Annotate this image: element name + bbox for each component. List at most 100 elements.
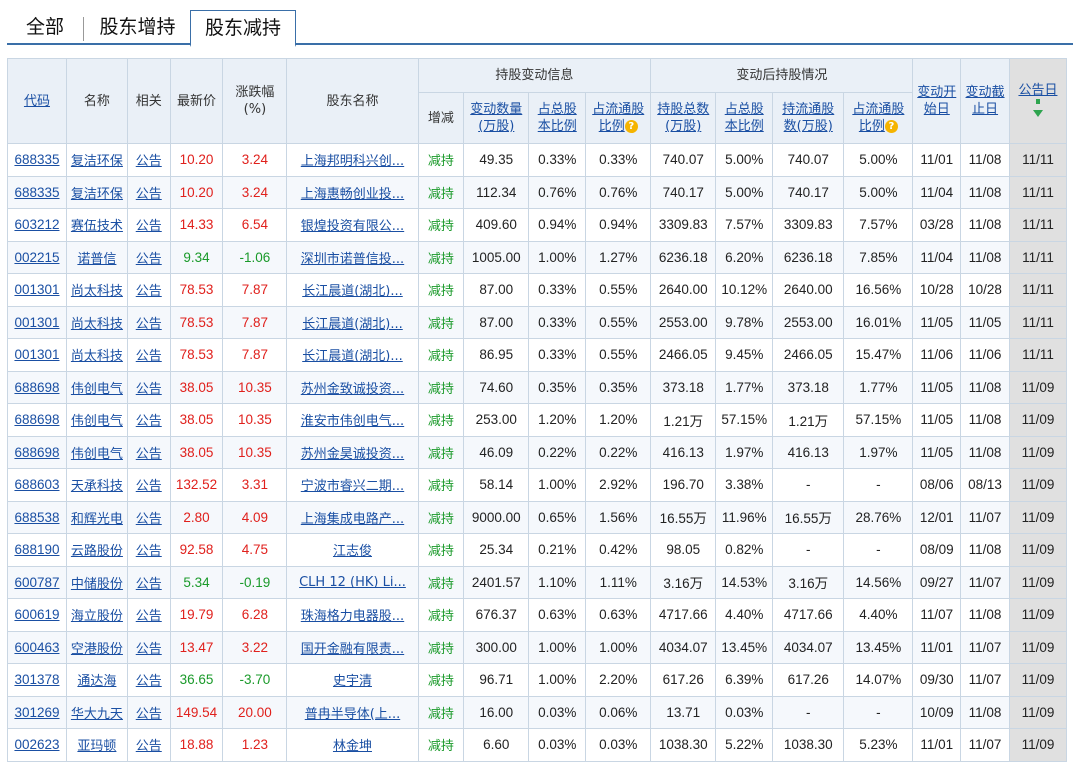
- tab-decrease[interactable]: 股东减持: [190, 10, 296, 47]
- holder-name-link[interactable]: 珠海格力电器股...: [301, 609, 404, 624]
- holder-name-link[interactable]: 国开金融有限责...: [301, 642, 404, 657]
- announcement-link[interactable]: 公告: [136, 512, 162, 527]
- holder-name-link[interactable]: 淮安市伟创电气...: [301, 414, 404, 429]
- announcement-link[interactable]: 公告: [136, 317, 162, 332]
- stock-name-link[interactable]: 华大九天: [71, 707, 123, 722]
- col-total-ratio[interactable]: 占总股 本比例: [528, 92, 587, 144]
- latest-price: 10.20: [179, 152, 214, 168]
- holder-name-link[interactable]: 长江晨道(湖北)...: [302, 317, 403, 332]
- holder-name-link[interactable]: 上海邦明科兴创...: [301, 154, 404, 169]
- stock-name-link[interactable]: 尚太科技: [71, 317, 123, 332]
- col-after-total-ratio[interactable]: 占总股 本比例: [715, 92, 774, 144]
- col-float-ratio[interactable]: 占流通股 比例?: [585, 92, 652, 144]
- cell-latest-price: 38.05: [169, 435, 224, 469]
- announcement-link[interactable]: 公告: [136, 187, 162, 202]
- stock-code-link[interactable]: 600463: [14, 640, 59, 655]
- cell-hold-total: 196.70: [650, 468, 717, 502]
- tab-increase[interactable]: 股东增持: [84, 11, 191, 44]
- holder-name-link[interactable]: 史宇清: [333, 674, 372, 689]
- cell-change-percent: 6.28: [222, 598, 288, 632]
- help-icon[interactable]: ?: [884, 120, 898, 133]
- announcement-link[interactable]: 公告: [136, 252, 162, 267]
- cell-direction-label: 减持: [417, 208, 465, 242]
- col-end-date[interactable]: 变动截 止日: [960, 58, 1010, 144]
- stock-code-link[interactable]: 688603: [14, 477, 59, 492]
- holder-name-link[interactable]: 深圳市诺普信投...: [301, 252, 404, 267]
- stock-name-link[interactable]: 中储股份: [71, 577, 123, 592]
- stock-code-link[interactable]: 688335: [14, 185, 59, 200]
- announcement-link[interactable]: 公告: [136, 219, 162, 234]
- announcement-link[interactable]: 公告: [136, 674, 162, 689]
- announcement-link[interactable]: 公告: [136, 739, 162, 754]
- stock-name-link[interactable]: 伟创电气: [71, 382, 123, 397]
- stock-name-link[interactable]: 亚玛顿: [77, 739, 116, 754]
- stock-code-link[interactable]: 688538: [14, 510, 59, 525]
- stock-name-link[interactable]: 和辉光电: [71, 512, 123, 527]
- holder-name-link[interactable]: 上海惠畅创业投...: [301, 187, 404, 202]
- stock-code-link[interactable]: 603212: [14, 217, 59, 232]
- announcement-link[interactable]: 公告: [136, 154, 162, 169]
- stock-code-link[interactable]: 001301: [14, 347, 59, 362]
- stock-code-link[interactable]: 001301: [14, 315, 59, 330]
- stock-code-link[interactable]: 002215: [14, 250, 59, 265]
- stock-code-link[interactable]: 688698: [14, 445, 59, 460]
- col-start-date[interactable]: 变动开 始日: [912, 58, 962, 144]
- announcement-link[interactable]: 公告: [136, 609, 162, 624]
- stock-code-link[interactable]: 688698: [14, 412, 59, 427]
- holder-name-link[interactable]: 普冉半导体(上...: [305, 707, 400, 722]
- stock-code-link[interactable]: 600619: [14, 607, 59, 622]
- col-code[interactable]: 代码: [7, 58, 67, 144]
- holder-name-link[interactable]: 林金坤: [333, 739, 372, 754]
- holder-name-link[interactable]: CLH 12 (HK) Li...: [299, 575, 406, 590]
- stock-code-link[interactable]: 301269: [14, 705, 59, 720]
- holder-name-link[interactable]: 江志俊: [333, 544, 372, 559]
- stock-code-link[interactable]: 688335: [14, 152, 59, 167]
- help-icon[interactable]: ?: [624, 120, 638, 133]
- table-row: 688698 伟创电气 公告 38.05 10.35 淮安市伟创电气... 减持 253.00…: [7, 403, 1068, 437]
- col-after-float-ratio[interactable]: 占流通股 比例?: [843, 92, 914, 144]
- announcement-link[interactable]: 公告: [136, 544, 162, 559]
- stock-name-link[interactable]: 空港股份: [71, 642, 123, 657]
- holder-name-link[interactable]: 长江晨道(湖北)...: [302, 349, 403, 364]
- cell-stock-code-link: 600787: [7, 565, 67, 599]
- stock-code-link[interactable]: 301378: [14, 672, 59, 687]
- cell-change-percent: 3.24: [222, 175, 288, 209]
- stock-name-link[interactable]: 伟创电气: [71, 414, 123, 429]
- holder-name-link[interactable]: 宁波市睿兴二期...: [301, 479, 404, 494]
- announcement-link[interactable]: 公告: [136, 707, 162, 722]
- announcement-link[interactable]: 公告: [136, 284, 162, 299]
- announcement-link[interactable]: 公告: [136, 577, 162, 592]
- stock-name-link[interactable]: 尚太科技: [71, 349, 123, 364]
- stock-name-link[interactable]: 通达海: [77, 674, 116, 689]
- holder-name-link[interactable]: 长江晨道(湖北)...: [302, 284, 403, 299]
- col-change-qty[interactable]: 变动数量 (万股): [463, 92, 530, 144]
- announcement-link[interactable]: 公告: [136, 414, 162, 429]
- stock-code-link[interactable]: 001301: [14, 282, 59, 297]
- stock-name-link[interactable]: 天承科技: [71, 479, 123, 494]
- announcement-link[interactable]: 公告: [136, 479, 162, 494]
- stock-code-link[interactable]: 002623: [14, 737, 59, 752]
- tab-all[interactable]: 全部: [7, 11, 83, 44]
- stock-name-link[interactable]: 海立股份: [71, 609, 123, 624]
- stock-name-link[interactable]: 尚太科技: [71, 284, 123, 299]
- holder-name-link[interactable]: 苏州金昊诚投资...: [301, 447, 404, 462]
- holder-name-link[interactable]: 上海集成电路产...: [301, 512, 404, 527]
- stock-name-link[interactable]: 复洁环保: [71, 154, 123, 169]
- stock-name-link[interactable]: 诺普信: [77, 252, 116, 267]
- stock-code-link[interactable]: 688698: [14, 380, 59, 395]
- stock-code-link[interactable]: 600787: [14, 575, 59, 590]
- stock-name-link[interactable]: 云路股份: [71, 544, 123, 559]
- col-announce-date[interactable]: 公告日: [1008, 58, 1068, 144]
- announcement-link[interactable]: 公告: [136, 642, 162, 657]
- stock-code-link[interactable]: 688190: [14, 542, 59, 557]
- stock-name-link[interactable]: 伟创电气: [71, 447, 123, 462]
- announcement-link[interactable]: 公告: [136, 447, 162, 462]
- announcement-link[interactable]: 公告: [136, 382, 162, 397]
- announcement-link[interactable]: 公告: [136, 349, 162, 364]
- holder-name-link[interactable]: 苏州金致诚投资...: [301, 382, 404, 397]
- holder-name-link[interactable]: 银煌投资有限公...: [301, 219, 404, 234]
- col-hold-float[interactable]: 持流通股 数(万股): [772, 92, 845, 144]
- stock-name-link[interactable]: 复洁环保: [71, 187, 123, 202]
- stock-name-link[interactable]: 赛伍技术: [71, 219, 123, 234]
- col-hold-total[interactable]: 持股总数 (万股): [650, 92, 717, 144]
